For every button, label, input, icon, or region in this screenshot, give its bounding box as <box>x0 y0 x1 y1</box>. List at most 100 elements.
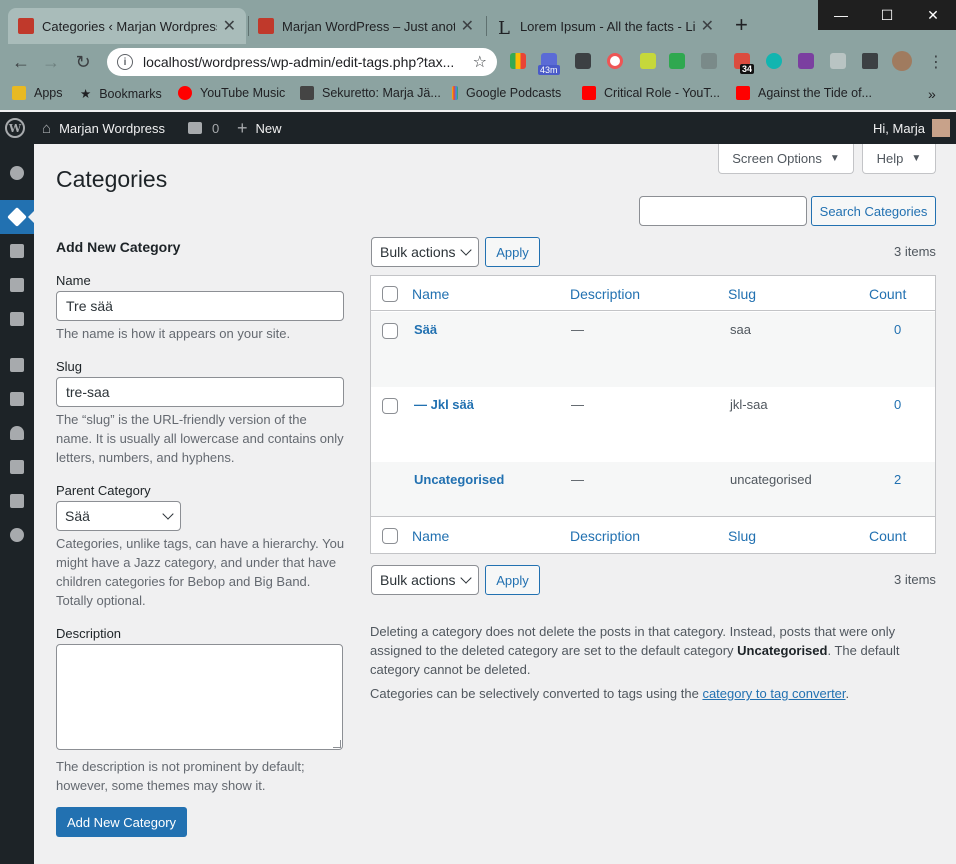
category-count-link[interactable]: 0 <box>894 397 901 412</box>
column-description-header[interactable]: Description <box>570 286 640 302</box>
sidebar-item-collapse[interactable] <box>0 518 34 552</box>
bookmark-youtube-music[interactable]: YouTube Music <box>178 86 285 100</box>
default-category-name: Uncategorised <box>737 643 828 658</box>
bookmark-star-icon[interactable]: ☆ <box>473 52 487 72</box>
address-bar[interactable]: i localhost/wordpress/wp-admin/edit-tags… <box>107 48 497 76</box>
sidebar-item-appearance[interactable] <box>0 348 34 382</box>
youtube-icon <box>736 86 750 100</box>
youtube-icon <box>582 86 596 100</box>
my-account-link[interactable]: Hi, Marja <box>873 112 951 144</box>
apps-grid-icon <box>12 86 26 100</box>
name-field[interactable]: Tre sää <box>56 291 344 321</box>
settings-icon <box>10 494 24 508</box>
screen-options-label: Screen Options <box>732 151 822 166</box>
slug-field[interactable]: tre-saa <box>56 377 344 407</box>
category-name-link[interactable]: Sää <box>414 322 437 337</box>
delete-note-line: Deleting a category does not delete the … <box>370 624 896 639</box>
brush-icon <box>10 358 24 372</box>
drive-extension-icon[interactable] <box>701 53 717 69</box>
bookmark-against-the-tide[interactable]: Against the Tide of... <box>736 86 872 100</box>
bookmark-critical-role[interactable]: Critical Role - YouT... <box>582 86 720 100</box>
forward-icon[interactable]: → <box>36 52 66 73</box>
category-name-link[interactable]: — Jkl sää <box>414 397 474 412</box>
select-all-checkbox[interactable] <box>382 286 398 302</box>
site-name-link[interactable]: ⌂ Marjan Wordpress <box>42 112 165 144</box>
parent-description-line: Totally optional. <box>56 593 146 608</box>
reload-icon[interactable]: ↻ <box>68 52 98 73</box>
bulk-actions-select-bottom[interactable]: Bulk actions <box>371 565 479 595</box>
select-all-checkbox-footer[interactable] <box>382 528 398 544</box>
wordpress-logo-icon[interactable]: W <box>5 112 25 144</box>
checkmark-extension-icon[interactable] <box>669 53 685 69</box>
category-name-link[interactable]: Uncategorised <box>414 472 504 487</box>
apply-button-bottom[interactable]: Apply <box>485 565 540 595</box>
close-window-icon[interactable]: ✕ <box>910 0 956 30</box>
close-tab-icon[interactable]: ✕ <box>461 16 474 36</box>
comments-link[interactable]: 0 <box>188 112 219 144</box>
new-content-link[interactable]: + New <box>237 112 282 144</box>
column-name-header[interactable]: Name <box>412 286 449 302</box>
home-icon: ⌂ <box>42 119 52 137</box>
onenote-extension-icon[interactable] <box>798 53 814 69</box>
column-count-header[interactable]: Count <box>869 286 906 302</box>
description-label: Description <box>56 626 122 641</box>
extension-icon[interactable] <box>766 53 782 69</box>
description-textarea[interactable] <box>56 644 343 750</box>
parent-category-select[interactable]: Sää <box>56 501 181 531</box>
site-info-icon[interactable]: i <box>117 54 133 70</box>
chevron-down-icon <box>460 244 472 256</box>
extension-icon[interactable] <box>607 53 623 69</box>
sidebar-item-tools[interactable] <box>0 450 34 484</box>
star-icon: ★ <box>80 87 92 101</box>
sidebar-item-dashboard[interactable] <box>0 156 34 190</box>
bulk-actions-select-top[interactable]: Bulk actions <box>371 237 479 267</box>
sidebar-item-media[interactable] <box>0 234 34 268</box>
extension-icon[interactable] <box>830 53 846 69</box>
sidebar-item-comments[interactable] <box>0 302 34 336</box>
sidebar-item-settings[interactable] <box>0 484 34 518</box>
tab-title: Categories ‹ Marjan Wordpress — <box>42 18 217 34</box>
wrench-icon <box>10 460 24 474</box>
extension-icon[interactable] <box>510 53 526 69</box>
back-icon[interactable]: ← <box>6 52 36 73</box>
category-to-tag-converter-link[interactable]: category to tag converter <box>702 686 845 701</box>
screen-options-button[interactable]: Screen Options ▼ <box>718 144 854 174</box>
column-slug-header[interactable]: Slug <box>728 286 756 302</box>
bookmark-bookmarks[interactable]: ★ Bookmarks <box>80 86 162 102</box>
column-count-footer[interactable]: Count <box>869 528 906 544</box>
bookmark-apps[interactable]: Apps <box>12 86 63 100</box>
minimize-icon[interactable]: — <box>818 0 864 30</box>
column-slug-footer[interactable]: Slug <box>728 528 756 544</box>
tab-categories[interactable]: Categories ‹ Marjan Wordpress — ✕ <box>8 8 246 44</box>
tab-lorem-ipsum[interactable]: L Lorem Ipsum - All the facts - Lips ✕ <box>488 8 724 44</box>
search-categories-button[interactable]: Search Categories <box>811 196 936 226</box>
close-tab-icon[interactable]: ✕ <box>223 16 236 36</box>
tab-marjan-wordpress[interactable]: Marjan WordPress – Just another ✕ <box>248 8 484 44</box>
category-count-link[interactable]: 0 <box>894 322 901 337</box>
column-name-footer[interactable]: Name <box>412 528 449 544</box>
apply-button-top[interactable]: Apply <box>485 237 540 267</box>
help-button[interactable]: Help ▼ <box>862 144 936 174</box>
category-count-link[interactable]: 2 <box>894 472 901 487</box>
add-new-category-button[interactable]: Add New Category <box>56 807 187 837</box>
puzzle-icon[interactable] <box>862 53 878 69</box>
new-tab-button[interactable]: + <box>735 12 748 38</box>
sidebar-item-plugins[interactable] <box>0 382 34 416</box>
kebab-menu-icon[interactable]: ⋮ <box>928 52 944 72</box>
bookmark-sekuretto[interactable]: Sekuretto: Marja Jä... <box>300 86 441 100</box>
profile-avatar[interactable] <box>892 51 912 71</box>
close-tab-icon[interactable]: ✕ <box>701 16 714 36</box>
sidebar-item-users[interactable] <box>0 416 34 450</box>
extension-icon[interactable] <box>575 53 591 69</box>
category-slug: jkl-saa <box>730 397 768 412</box>
resize-handle-icon[interactable] <box>333 740 341 748</box>
bookmark-google-podcasts[interactable]: Google Podcasts <box>452 86 561 100</box>
sidebar-item-pages[interactable] <box>0 268 34 302</box>
extension-icon[interactable] <box>640 53 656 69</box>
row-checkbox[interactable] <box>382 398 398 414</box>
search-input[interactable] <box>639 196 807 226</box>
maximize-icon[interactable]: ☐ <box>864 0 910 30</box>
column-description-footer[interactable]: Description <box>570 528 640 544</box>
bookmarks-overflow-icon[interactable]: » <box>928 86 936 102</box>
row-checkbox[interactable] <box>382 323 398 339</box>
